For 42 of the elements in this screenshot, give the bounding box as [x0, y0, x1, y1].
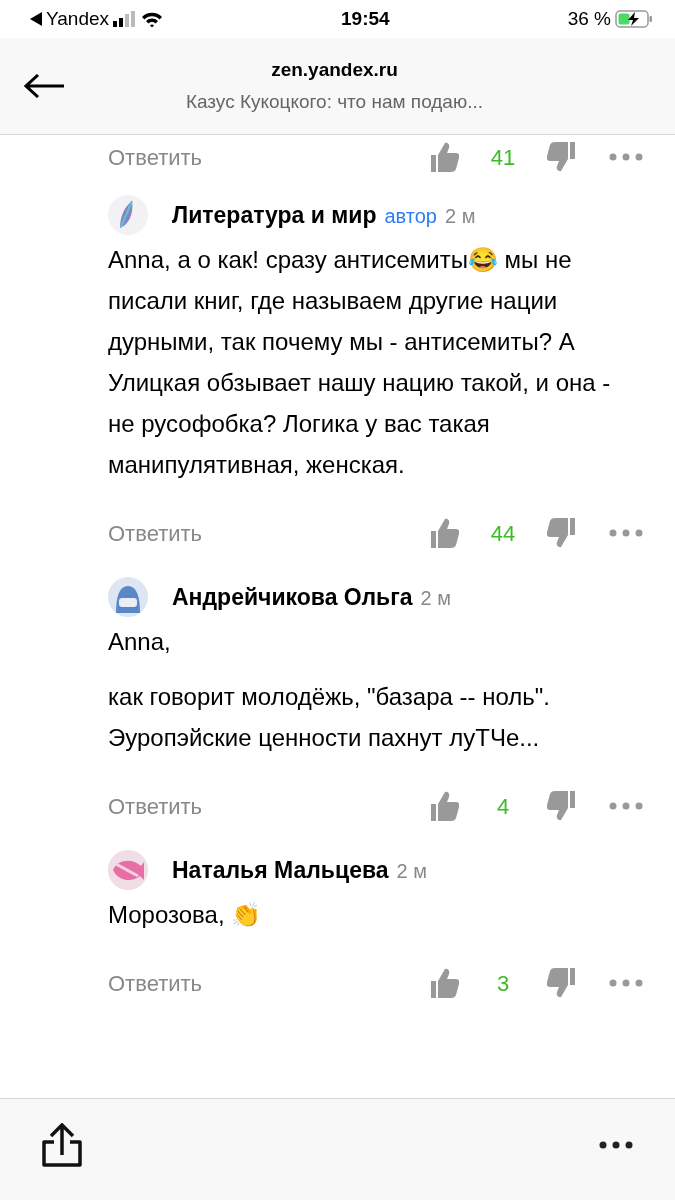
battery-percent: 36 % — [567, 6, 611, 31]
reply-link[interactable]: Ответить — [108, 966, 203, 1000]
clock: 19:54 — [341, 6, 390, 31]
author-name[interactable]: Литература и мир — [172, 197, 377, 233]
comment-text: Anna, а о как! сразу антисемиты😂 мы не писали книг, где называем другие нации дурными, так почему мы - антисемиты? А Улицкая обзывает нашу нацию такой, и она - не русофобка? Логика у вас такая манипулятивная, женская. — [108, 245, 612, 480]
author-name[interactable]: Андрейчикова Ольга — [172, 579, 413, 615]
like-count: 44 — [489, 519, 517, 548]
page-title: Казус Кукоцкого: что нам подаю... — [185, 90, 484, 114]
thumbs-up-icon[interactable] — [431, 968, 459, 998]
thumbs-up-icon[interactable] — [431, 142, 459, 172]
thumbs-up-icon[interactable] — [431, 518, 459, 548]
back-triangle-icon[interactable] — [30, 12, 42, 26]
reply-link[interactable]: Ответить — [108, 789, 203, 823]
reply-link[interactable]: Ответить — [108, 140, 203, 174]
comment-text: Anna, — [108, 627, 172, 657]
like-count: 41 — [489, 143, 517, 172]
like-count: 4 — [495, 792, 511, 821]
back-arrow-icon[interactable] — [24, 74, 66, 98]
author-role-label: автор — [384, 203, 437, 229]
thumbs-down-icon[interactable] — [547, 142, 575, 172]
like-count: 3 — [495, 969, 511, 998]
reply-link[interactable]: Ответить — [108, 516, 203, 550]
avatar[interactable] — [108, 850, 148, 890]
avatar[interactable] — [108, 577, 148, 617]
signal-icon — [113, 11, 138, 27]
battery-charging-icon — [615, 10, 653, 28]
comment-time: 2 м — [420, 585, 451, 611]
thumbs-down-icon[interactable] — [547, 791, 575, 821]
avatar[interactable] — [108, 195, 148, 235]
back-app-label[interactable]: Yandex — [46, 4, 110, 34]
site-address: zen.yandex.ru — [271, 57, 398, 82]
thumbs-down-icon[interactable] — [547, 518, 575, 548]
comment-text: Морозова, 👏 — [108, 900, 263, 930]
wifi-icon — [141, 11, 164, 27]
author-name[interactable]: Наталья Мальцева — [172, 852, 389, 888]
thumbs-up-icon[interactable] — [431, 791, 459, 821]
share-icon[interactable] — [42, 1122, 82, 1167]
more-icon[interactable] — [599, 1140, 633, 1149]
comment-text: как говорит молодёжь, "базара -- ноль". Эуропэйские ценности пахнут луТЧе... — [108, 682, 551, 753]
thumbs-down-icon[interactable] — [547, 968, 575, 998]
comment-time: 2 м — [396, 858, 427, 884]
comment-time: 2 м — [444, 203, 476, 229]
